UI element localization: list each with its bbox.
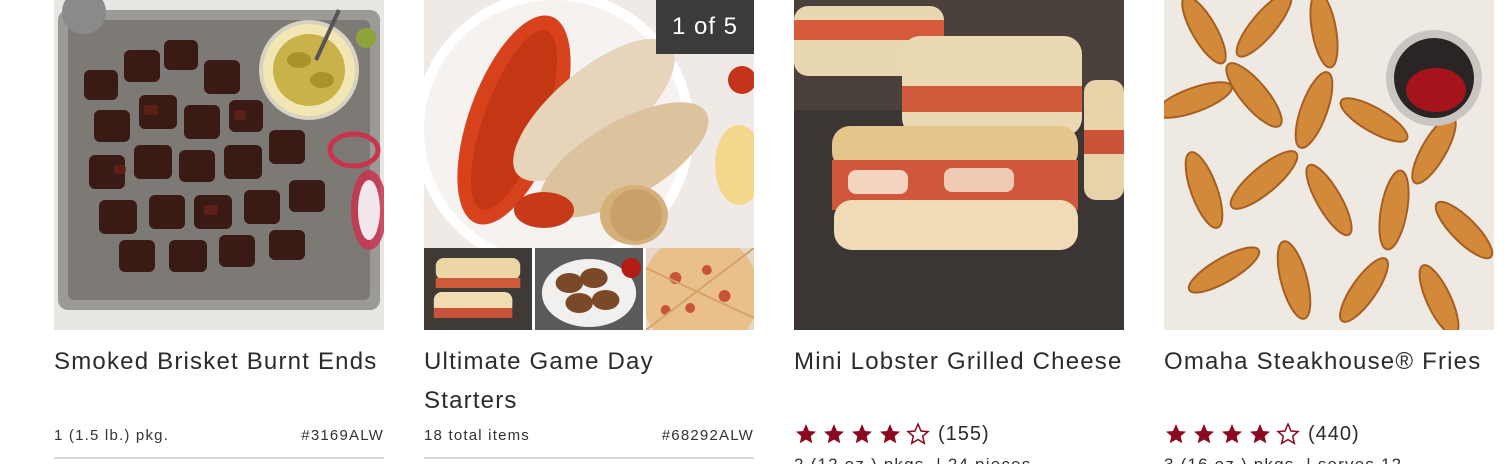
filled-star-icon <box>1194 424 1214 444</box>
product-image-link[interactable]: 1 of 5 <box>424 0 754 330</box>
divider <box>54 457 384 459</box>
product-meta: 1 (1.5 lb.) pkg. #3169ALW <box>54 424 384 446</box>
lobster-grilled-cheese-image <box>794 0 1124 330</box>
product-meta: 18 total items #68292ALW <box>424 424 754 446</box>
product-card: Smoked Brisket Burnt Ends 1 (1.5 lb.) pk… <box>54 0 384 464</box>
filled-star-icon <box>1166 424 1186 444</box>
review-count: (155) <box>938 422 990 445</box>
product-card: Omaha Steakhouse® Fries (440) 3 (16 oz.)… <box>1164 0 1494 464</box>
filled-star-icon <box>824 424 844 444</box>
product-title[interactable]: Smoked Brisket Burnt Ends <box>54 342 384 381</box>
product-grid: Smoked Brisket Burnt Ends 1 (1.5 lb.) pk… <box>0 0 1504 464</box>
divider <box>424 457 754 459</box>
gallery-thumbnail[interactable] <box>424 248 532 330</box>
gallery-thumbnail[interactable] <box>646 248 754 330</box>
product-quantity: 18 total items <box>424 426 531 444</box>
outline-star-icon <box>1276 422 1300 445</box>
product-title[interactable]: Mini Lobster Grilled Cheese <box>794 342 1124 381</box>
filled-star-icon <box>796 424 816 444</box>
gallery-count-badge: 1 of 5 <box>656 0 754 54</box>
filled-star-icon <box>1222 424 1242 444</box>
product-sku: #68292ALW <box>661 426 754 444</box>
product-rating[interactable]: (440) <box>1164 422 1360 446</box>
product-card: 1 of 5 Ultimate Game Day Starters 18 tot… <box>424 0 754 464</box>
product-title[interactable]: Ultimate Game Day Starters <box>424 342 754 420</box>
gallery-thumbnails <box>424 248 754 330</box>
fries-image <box>1164 0 1494 330</box>
product-rating[interactable]: (155) <box>794 422 990 446</box>
product-image-link[interactable] <box>54 0 384 330</box>
product-subtext: 2 (12 oz.) pkgs. | 24 pieces <box>794 455 1031 464</box>
product-subtext: 3 (16 oz.) pkgs. | serves 12 <box>1164 455 1402 464</box>
gallery-thumbnail[interactable] <box>535 248 643 330</box>
product-sku: #3169ALW <box>301 426 384 444</box>
filled-star-icon <box>1250 424 1270 444</box>
product-title[interactable]: Omaha Steakhouse® Fries <box>1164 342 1494 381</box>
product-quantity: 1 (1.5 lb.) pkg. <box>54 426 170 444</box>
review-count: (440) <box>1308 422 1360 445</box>
brisket-image <box>54 0 384 330</box>
filled-star-icon <box>852 424 872 444</box>
product-image-link[interactable] <box>1164 0 1494 330</box>
filled-star-icon <box>880 424 900 444</box>
product-image-link[interactable] <box>794 0 1124 330</box>
product-card: Mini Lobster Grilled Cheese (155) 2 (12 … <box>794 0 1124 464</box>
outline-star-icon <box>906 422 930 445</box>
